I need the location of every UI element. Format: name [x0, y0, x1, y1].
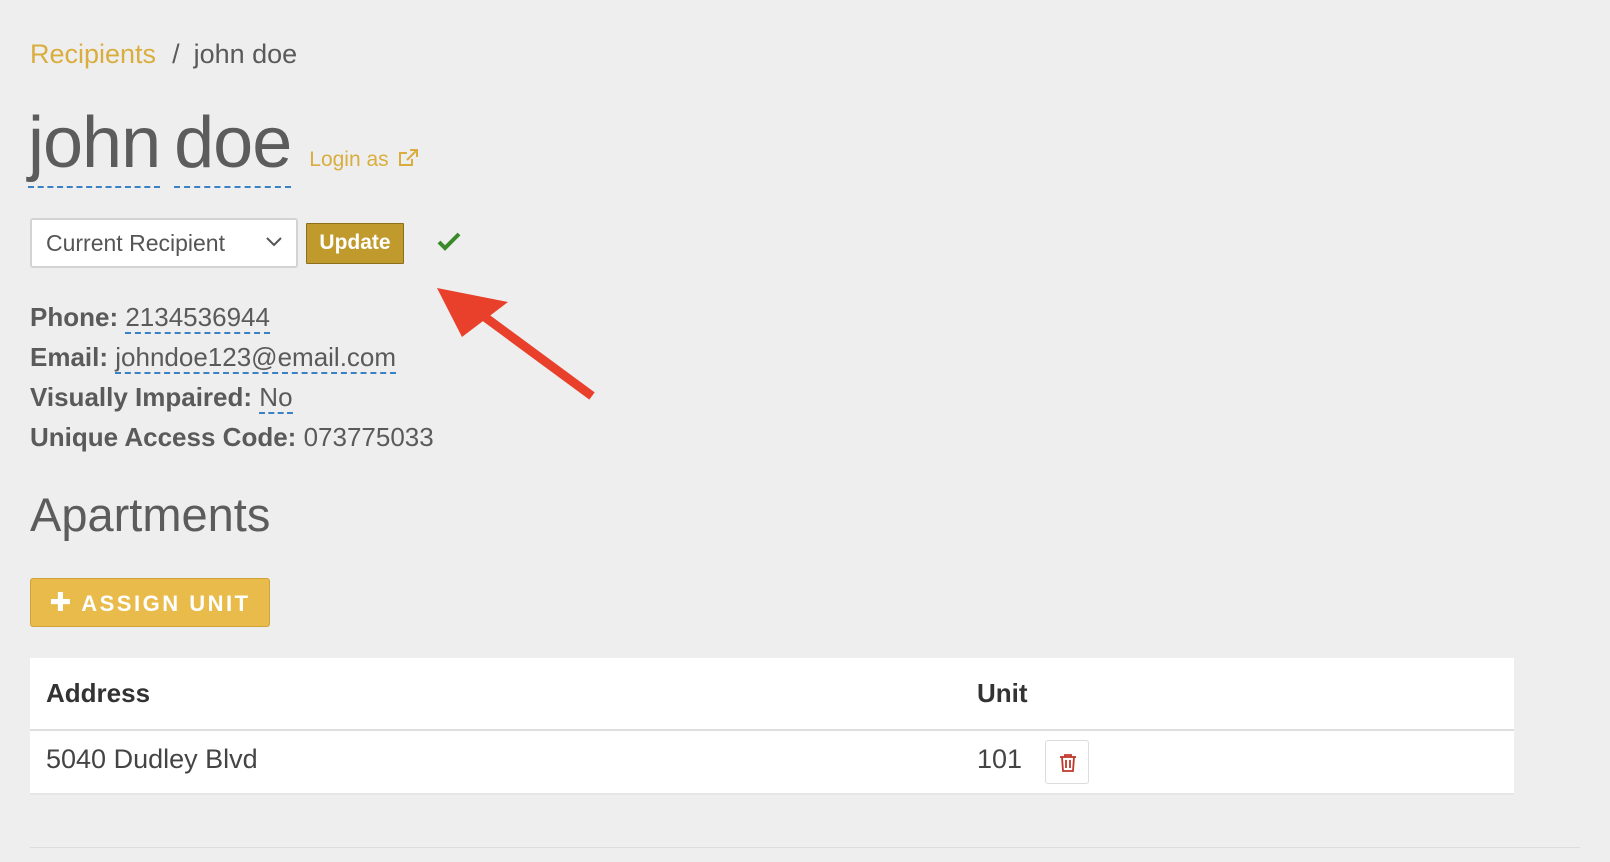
last-name-editable[interactable]: doe [174, 100, 292, 188]
table-row: 5040 Dudley Blvd 101 [30, 731, 1514, 795]
recipient-details: Phone: 2134536944 Email: johndoe123@emai… [30, 297, 434, 457]
external-link-icon [398, 149, 418, 166]
breadcrumb-separator: / [172, 39, 180, 69]
recipient-detail-page: Recipients / john doe john doe Login as Curr… [0, 0, 1610, 862]
breadcrumb-current: john doe [193, 39, 298, 69]
visually-impaired-label: Visually Impaired: [30, 382, 253, 412]
assign-unit-button[interactable]: ✚ ASSIGN UNIT [30, 578, 270, 627]
address-column-header: Address [46, 678, 151, 708]
delete-unit-button[interactable] [1045, 740, 1089, 784]
email-value[interactable]: johndoe123@email.com [115, 342, 397, 374]
plus-icon: ✚ [49, 587, 72, 617]
login-as-link[interactable]: Login as [309, 148, 418, 172]
visually-impaired-value[interactable]: No [259, 382, 293, 414]
access-code-value: 073775033 [303, 422, 434, 452]
update-button[interactable]: Update [306, 223, 404, 264]
email-label: Email: [30, 342, 109, 372]
phone-row: Phone: 2134536944 [30, 297, 434, 337]
login-as-label: Login as [309, 148, 389, 171]
phone-value[interactable]: 2134536944 [125, 302, 270, 334]
table-header: Address Unit [30, 658, 1514, 731]
email-row: Email: johndoe123@email.com [30, 337, 434, 377]
breadcrumb-recipients-link[interactable]: Recipients [30, 39, 156, 69]
address-cell: 5040 Dudley Blvd [46, 744, 258, 774]
chevron-down-icon [266, 237, 282, 247]
access-code-row: Unique Access Code: 073775033 [30, 417, 434, 457]
breadcrumb: Recipients / john doe [30, 36, 297, 72]
footer-divider [30, 847, 1580, 848]
status-select-value: Current Recipient [46, 230, 225, 256]
unit-column-header: Unit [977, 678, 1028, 708]
apartments-heading: Apartments [30, 488, 271, 541]
first-name-editable[interactable]: john [28, 100, 161, 188]
trash-icon [1060, 754, 1076, 772]
apartments-table: Address Unit 5040 Dudley Blvd 101 [30, 658, 1514, 795]
assign-unit-label: ASSIGN UNIT [81, 591, 251, 616]
visually-impaired-row: Visually Impaired: No [30, 377, 434, 417]
access-code-label: Unique Access Code: [30, 422, 297, 452]
check-icon [437, 232, 461, 251]
phone-label: Phone: [30, 302, 119, 332]
unit-cell: 101 [977, 744, 1023, 774]
recipient-status-select[interactable]: Current Recipient [30, 218, 298, 268]
page-title: john doe Login as [28, 100, 419, 195]
